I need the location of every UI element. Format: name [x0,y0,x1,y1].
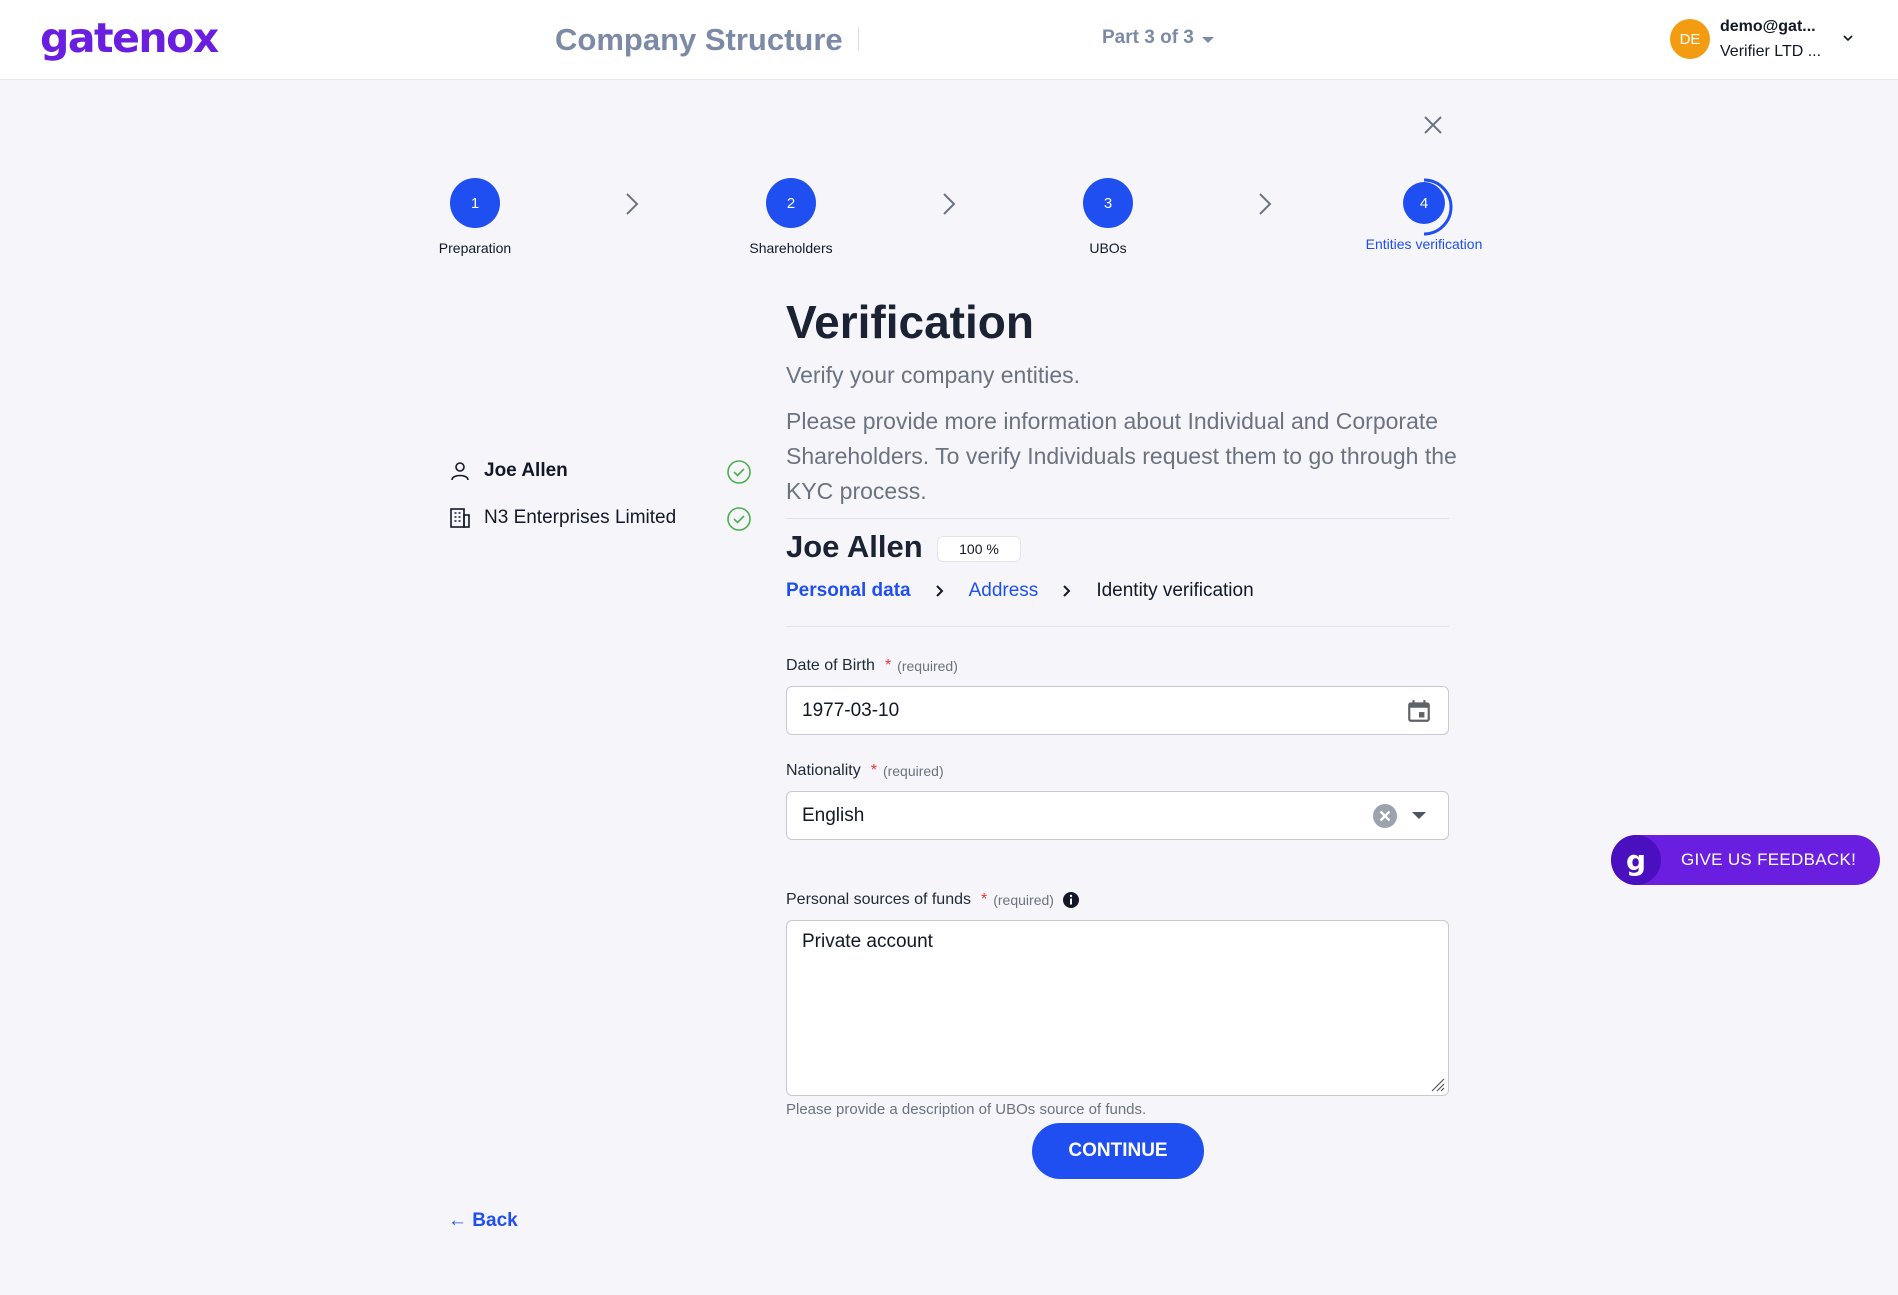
avatar[interactable]: DE [1670,19,1710,59]
sub-step-address[interactable]: Address [969,580,1039,602]
step-shareholders[interactable]: 2 Shareholders [691,178,891,256]
caret-down-icon[interactable] [1412,812,1426,819]
entity-name: N3 Enterprises Limited [484,507,677,528]
progress-badge: 100 % [937,536,1021,562]
info-icon[interactable] [1062,891,1080,909]
step-label: Entities verification [1365,236,1483,252]
gatenox-logo[interactable]: gatenox [40,14,219,62]
funds-label-row: Personal sources of funds * (required) [786,891,1080,909]
funds-textarea[interactable]: Private account [786,920,1449,1096]
page-description: Please provide more information about In… [786,408,1457,504]
page-subtitle: Verify your company entities. [786,362,1081,388]
step-label: Shareholders [749,240,833,256]
required-star: * [884,657,892,674]
chevron-right-icon [1063,585,1071,597]
required-text: (required) [882,763,944,779]
nationality-value: English [802,804,865,826]
user-company[interactable]: Verifier LTD ... [1720,43,1821,61]
step-number: 2 [766,178,816,228]
resize-handle-icon[interactable] [1429,1076,1445,1092]
funds-helper-text: Please provide a description of UBOs sou… [786,1101,1147,1118]
step-preparation[interactable]: 1 Preparation [375,178,575,256]
dob-field[interactable]: 1977-03-10 [786,686,1449,735]
required-star: * [870,762,877,779]
step-number: 3 [1083,178,1133,228]
chevron-right-icon [1259,193,1272,215]
sub-step-breadcrumb: Personal data Address Identity verificat… [786,580,1254,602]
part-selector[interactable]: Part 3 of 3 [1102,27,1214,49]
required-star: * [981,891,988,908]
building-icon [450,508,470,528]
chevron-right-icon [935,585,944,597]
close-icon[interactable] [1421,113,1445,137]
dob-value: 1977-03-10 [802,699,900,721]
funds-value: Private account [802,931,933,952]
step-number: 1 [450,178,500,228]
clear-icon[interactable] [1372,803,1398,829]
gatenox-g-icon: g [1611,835,1661,885]
dob-label-row: Date of Birth * (required) [786,657,958,675]
chevron-right-icon [626,193,639,215]
entity-name: Joe Allen [484,460,568,481]
progress-ring-icon [1423,178,1453,236]
sub-step-personal-data[interactable]: Personal data [786,580,911,602]
funds-label: Personal sources of funds [786,891,971,908]
top-header: gatenox Company Structure Part 3 of 3 DE… [0,0,1898,80]
part-label: Part 3 of 3 [1102,27,1194,48]
feedback-button[interactable]: g GIVE US FEEDBACK! [1611,835,1880,885]
divider [786,626,1449,627]
step-ubos[interactable]: 3 UBOs [1008,178,1208,256]
required-text: (required) [897,658,958,674]
dob-label: Date of Birth [786,657,875,674]
check-circle-icon [727,507,751,531]
chevron-right-icon [943,193,956,215]
check-circle-icon [727,460,751,484]
required-text: (required) [993,892,1054,908]
divider [786,518,1449,519]
page-heading: Company Structure [555,22,843,57]
continue-button[interactable]: CONTINUE [1032,1123,1204,1179]
back-link[interactable]: ← Back [448,1210,518,1232]
feedback-label: GIVE US FEEDBACK! [1681,850,1857,869]
entity-n3-enterprises[interactable]: N3 Enterprises Limited [448,502,752,534]
person-icon [451,462,469,481]
chevron-down-icon[interactable] [1840,30,1856,46]
caret-down-icon [1201,36,1214,43]
nationality-select[interactable]: English [786,791,1449,840]
user-email[interactable]: demo@gat... [1720,18,1816,36]
heading-divider [858,27,859,51]
page-title: Verification [786,296,1034,348]
calendar-icon[interactable] [1406,698,1432,724]
nationality-label-row: Nationality * (required) [786,762,944,780]
step-label: UBOs [1089,240,1127,256]
nationality-label: Nationality [786,762,861,779]
step-entities-verification[interactable]: 4 Entities verification [1324,178,1524,252]
step-label: Preparation [438,240,512,256]
person-name: Joe Allen [786,529,923,564]
sub-step-identity-verification[interactable]: Identity verification [1096,580,1253,602]
entity-joe-allen[interactable]: Joe Allen [448,455,752,487]
